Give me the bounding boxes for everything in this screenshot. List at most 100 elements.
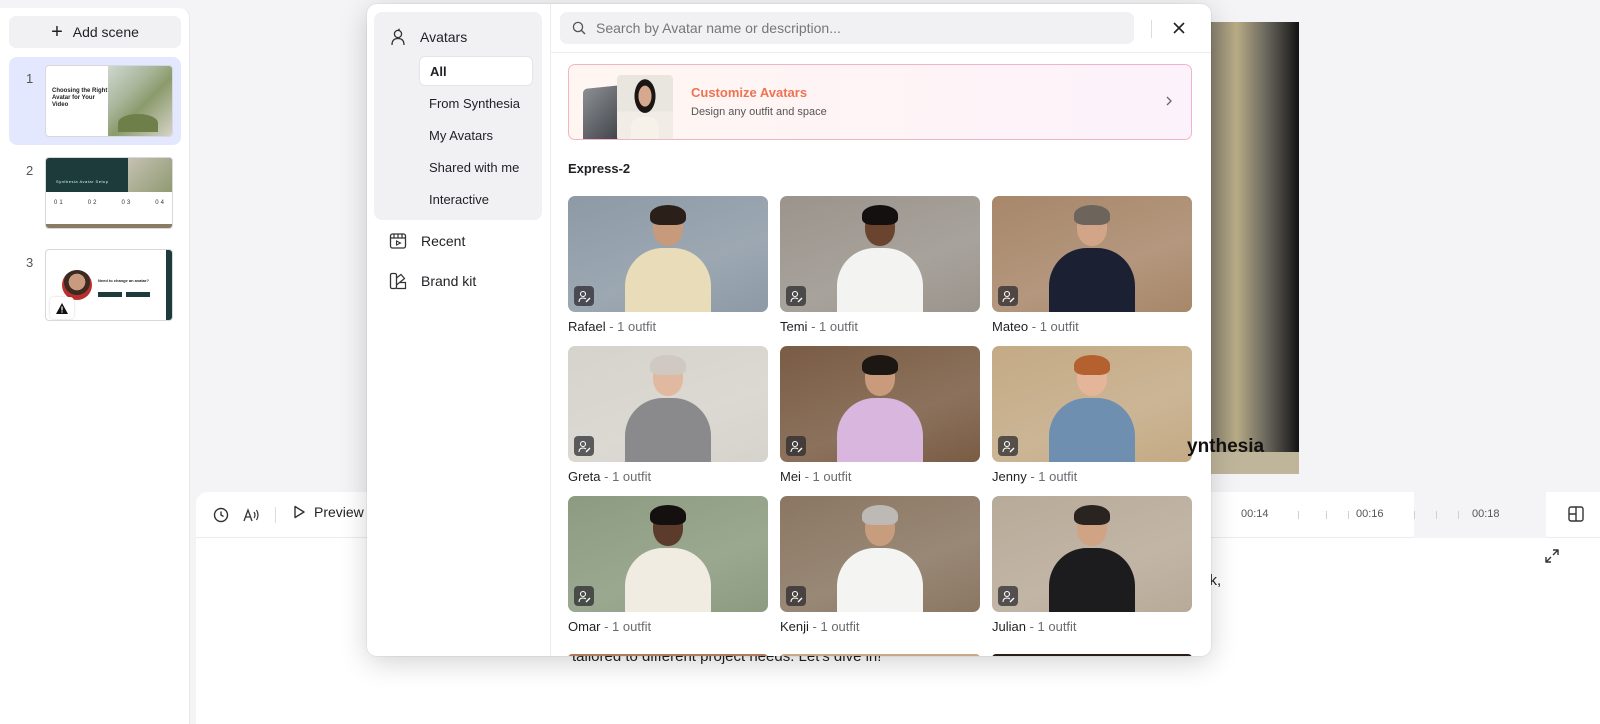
customize-avatars-banner[interactable]: Customize Avatars Design any outfit and … — [568, 64, 1192, 140]
scenes-sidebar: + Add scene 1 Choosing the Right Avatar … — [0, 8, 190, 724]
avatar-figure — [1037, 496, 1147, 612]
nav-sub-shared-with-me[interactable]: Shared with me — [419, 152, 533, 182]
avatar-outfit-count: - 1 outfit — [600, 469, 652, 484]
avatar-thumbnail[interactable] — [780, 346, 980, 462]
avatar-figure — [613, 346, 723, 462]
avatar-picker-modal: Avatars All From Synthesia My Avatars Sh… — [367, 4, 1211, 656]
edit-avatar-icon[interactable] — [574, 436, 594, 456]
tick-label: 00:14 — [1241, 508, 1269, 520]
scene-number: 2 — [26, 163, 34, 178]
scene-thumbnail: Need to change an avatar? — [45, 249, 173, 321]
avatar-thumbnail[interactable] — [992, 346, 1192, 462]
thumbnail-step: 01 — [54, 200, 65, 206]
avatar-name: Mei — [780, 469, 801, 484]
avatar-outfit — [625, 398, 711, 462]
avatar-icon — [391, 28, 405, 46]
nav-item-label: Avatars — [420, 29, 468, 45]
edit-avatar-icon[interactable] — [998, 586, 1018, 606]
thumbnail-image — [108, 66, 172, 136]
avatar-outfit-count: - 1 outfit — [807, 319, 859, 334]
avatar-label: Julian - 1 outfit — [992, 619, 1077, 634]
avatar-card-peek — [992, 654, 1192, 656]
section-title: Express-2 — [568, 161, 631, 176]
avatar-label: Jenny - 1 outfit — [992, 469, 1077, 484]
preview-button[interactable]: Preview — [292, 504, 364, 520]
avatar-outfit — [837, 398, 923, 462]
add-scene-button[interactable]: + Add scene — [9, 16, 181, 48]
avatar-thumbnail[interactable] — [568, 346, 768, 462]
search-input[interactable]: Search by Avatar name or description... — [596, 20, 841, 36]
avatar-outfit-count: - 1 outfit — [800, 469, 852, 484]
edit-avatar-icon[interactable] — [786, 286, 806, 306]
avatar-name: Rafael — [568, 319, 606, 334]
promo-image — [583, 75, 673, 139]
scene-number: 3 — [26, 255, 34, 270]
avatar-hair — [650, 355, 686, 375]
avatar-figure — [613, 196, 723, 312]
thumbnail-title: Need to change an avatar? — [98, 278, 149, 283]
avatar-thumbnail[interactable] — [992, 496, 1192, 612]
nav-item-avatars[interactable]: Avatars — [390, 28, 467, 46]
thumbnail-label: Synthesia Avatar Setup — [56, 179, 109, 184]
nav-sub-interactive[interactable]: Interactive — [419, 184, 533, 214]
avatar-outfit-count: - 1 outfit — [1028, 319, 1079, 334]
avatar-hair — [650, 205, 686, 225]
avatar-outfit-count: - 1 outfit — [1025, 619, 1077, 634]
nav-item-brand-kit[interactable]: Brand kit — [389, 272, 476, 290]
avatar-outfit-count: - 1 outfit — [605, 319, 657, 334]
search-icon — [572, 21, 586, 35]
avatar-outfit — [1049, 248, 1135, 312]
thumbnail-footer — [46, 224, 172, 228]
thumbnail-buttons — [98, 292, 150, 297]
avatar-outfit — [1049, 548, 1135, 612]
add-scene-label: Add scene — [72, 24, 139, 40]
clock-icon[interactable] — [210, 504, 232, 526]
avatar-thumbnail[interactable] — [780, 496, 980, 612]
play-icon — [294, 505, 305, 519]
avatars-nav-group: Avatars All From Synthesia My Avatars Sh… — [374, 12, 542, 220]
avatar-label: Greta - 1 outfit — [568, 469, 651, 484]
avatar-name: Temi — [780, 319, 808, 334]
split-view-icon[interactable] — [1566, 504, 1588, 526]
nav-sub-all[interactable]: All — [419, 56, 533, 86]
avatar-thumbnail[interactable] — [992, 196, 1192, 312]
avatar-thumbnail[interactable] — [568, 496, 768, 612]
avatar-name: Mateo — [992, 319, 1029, 334]
nav-item-recent[interactable]: Recent — [389, 232, 465, 250]
avatar-hair — [862, 355, 898, 375]
plus-icon: + — [51, 21, 63, 43]
avatar-outfit — [625, 248, 711, 312]
chevron-right-icon — [1165, 94, 1173, 109]
avatar-name: Jenny — [992, 469, 1027, 484]
timeline-ruler[interactable]: 00:14 00:16 00:18 — [1196, 492, 1546, 538]
thumbnail-avatar — [62, 270, 92, 300]
avatar-outfit — [625, 548, 711, 612]
avatar-figure — [825, 346, 935, 462]
tick-label: 00:16 — [1356, 508, 1384, 520]
avatar-search[interactable]: Search by Avatar name or description... — [560, 12, 1134, 44]
avatar-outfit — [837, 248, 923, 312]
warning-icon[interactable] — [50, 297, 74, 319]
avatar-label: Kenji - 1 outfit — [780, 619, 860, 634]
avatar-figure — [613, 496, 723, 612]
thumbnail-side-bar — [166, 250, 172, 320]
edit-avatar-icon[interactable] — [786, 586, 806, 606]
preview-label: Preview — [314, 504, 364, 520]
avatar-thumbnail[interactable] — [780, 196, 980, 312]
scene-item-2[interactable]: 2 Synthesia Avatar Setup 01 02 03 04 — [9, 149, 181, 237]
nav-sub-my-avatars[interactable]: My Avatars — [419, 120, 533, 150]
edit-avatar-icon[interactable] — [998, 286, 1018, 306]
promo-subtitle: Design any outfit and space — [691, 106, 827, 118]
voice-icon[interactable] — [240, 504, 262, 526]
avatar-figure — [1037, 346, 1147, 462]
nav-sub-from-synthesia[interactable]: From Synthesia — [419, 88, 533, 118]
close-button[interactable] — [1167, 16, 1191, 40]
scene-item-1[interactable]: 1 Choosing the Right Avatar for Your Vid… — [9, 57, 181, 145]
scene-item-3[interactable]: 3 Need to change an avatar? — [9, 241, 181, 329]
avatar-thumbnail[interactable] — [568, 196, 768, 312]
edit-avatar-icon[interactable] — [998, 436, 1018, 456]
edit-avatar-icon[interactable] — [574, 586, 594, 606]
edit-avatar-icon[interactable] — [786, 436, 806, 456]
expand-icon[interactable] — [1544, 548, 1560, 564]
edit-avatar-icon[interactable] — [574, 286, 594, 306]
